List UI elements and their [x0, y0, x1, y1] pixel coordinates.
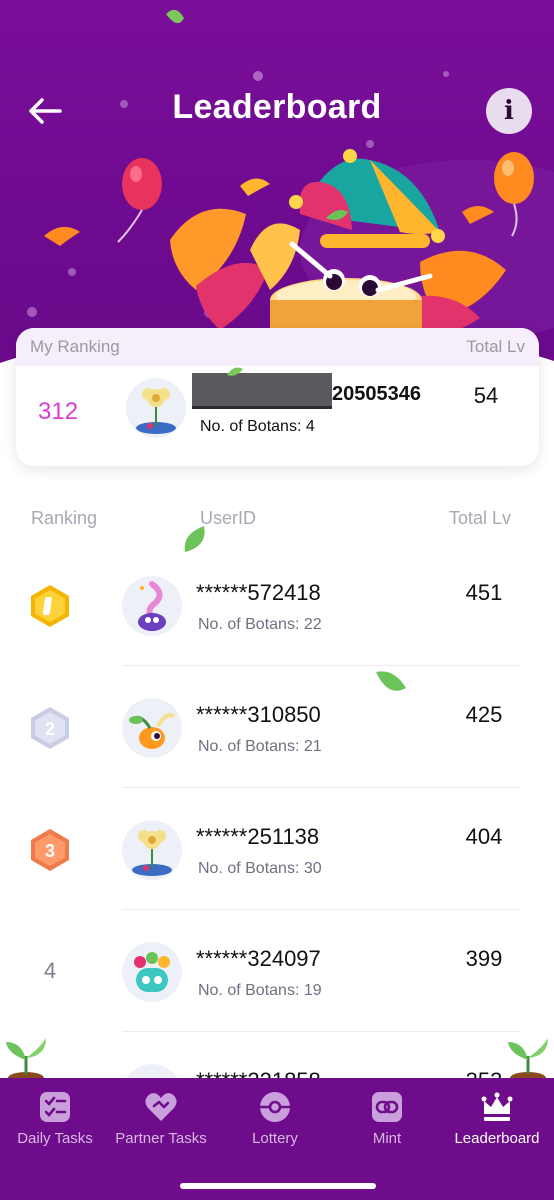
- leaderboard-row[interactable]: 3 ******251138 No. of Botans: 30 404: [0, 788, 554, 910]
- botans-count: No. of Botans: 22: [198, 616, 322, 634]
- total-lv: 425: [465, 702, 503, 727]
- botans-count: No. of Botans: 21: [198, 738, 322, 756]
- user-avatar: [122, 820, 182, 880]
- flower-avatar-icon: [136, 388, 176, 434]
- pink-creature-avatar-icon: [138, 581, 166, 631]
- user-id: ******310850: [196, 702, 321, 727]
- my-botans: No. of Botans: 4: [200, 418, 315, 436]
- my-total-lv: 54: [473, 383, 499, 408]
- column-total-lv: Total Lv: [449, 508, 512, 528]
- my-avatar: [126, 378, 186, 438]
- user-id: ******572418: [196, 580, 321, 605]
- crown-icon: [481, 1092, 513, 1121]
- leaderboard-row[interactable]: ******572418 No. of Botans: 22 451: [0, 544, 554, 666]
- column-ranking: Ranking: [31, 508, 98, 528]
- lottery-ball-icon: [260, 1092, 290, 1122]
- botans-count: No. of Botans: 30: [198, 860, 322, 878]
- heart-handshake-icon: [145, 1093, 177, 1121]
- user-id: ******324097: [196, 946, 321, 971]
- info-button[interactable]: i: [486, 88, 532, 134]
- silver-medal-icon: 2: [31, 707, 69, 749]
- botans-label: No. of Botans:: [198, 982, 300, 999]
- tab-label: Mint: [372, 1130, 402, 1147]
- my-user-id: 20505346: [332, 383, 421, 405]
- botans-label: No. of Botans:: [198, 616, 300, 633]
- leaf-decoration: [184, 526, 205, 552]
- svg-text:2: 2: [45, 719, 55, 739]
- user-avatar: [122, 698, 182, 758]
- user-avatar: [122, 942, 182, 1002]
- botans-label: No. of Botans:: [198, 738, 300, 755]
- svg-text:3: 3: [45, 841, 55, 861]
- orange-sprout-avatar-icon: [129, 713, 175, 749]
- total-lv: 451: [465, 580, 503, 605]
- page-title: Leaderboard: [172, 88, 382, 126]
- my-ranking-card: My Ranking Total Lv 312 20505346 No. of …: [16, 328, 539, 466]
- botans-value: 19: [303, 982, 322, 999]
- column-user-id: UserID: [200, 508, 257, 528]
- tab-leaderboard[interactable]: Leaderboard: [442, 1090, 552, 1154]
- sprout-decoration: [508, 1038, 548, 1080]
- tab-label: Lottery: [252, 1130, 298, 1147]
- flower-avatar-icon: [132, 830, 172, 876]
- my-rank-number: 312: [38, 398, 79, 425]
- tab-mint[interactable]: Mint: [332, 1090, 442, 1154]
- user-avatar: [122, 576, 182, 636]
- user-id: ******251138: [196, 824, 320, 849]
- total-lv: 399: [465, 946, 503, 971]
- redacted-username: [192, 373, 332, 409]
- botans-value: 21: [303, 738, 322, 755]
- leaderboard-row[interactable]: 2 ******310850 No. of Botans: 21 425: [0, 666, 554, 788]
- tab-partner-tasks[interactable]: Partner Tasks: [106, 1090, 216, 1154]
- home-indicator: [180, 1183, 376, 1189]
- leaderboard-row[interactable]: 4 ******324097 No. of Botans: 19 399: [0, 910, 554, 1032]
- bottom-tab-bar: Daily Tasks Partner Tasks Lottery Mint L…: [0, 1078, 554, 1200]
- total-lv: 404: [465, 824, 503, 849]
- leaderboard-column-headers: Ranking UserID Total Lv: [0, 508, 554, 532]
- botans-count: No. of Botans: 19: [198, 982, 322, 1000]
- leaf-decoration: [376, 671, 406, 691]
- botans-value: 22: [303, 616, 322, 633]
- my-botans-count: 4: [305, 418, 315, 435]
- leaf-decoration: [227, 367, 243, 376]
- rank-number: 4: [43, 958, 57, 983]
- my-ranking-title: My Ranking: [30, 337, 120, 356]
- botans-value: 30: [303, 860, 322, 877]
- tab-lottery[interactable]: Lottery: [220, 1090, 330, 1154]
- my-botans-label: No. of Botans:: [200, 418, 302, 435]
- gold-medal-icon: [31, 585, 69, 627]
- my-ranking-total-lv-label: Total Lv: [466, 337, 525, 356]
- my-ranking-header: My Ranking Total Lv: [16, 328, 539, 366]
- tab-label: Partner Tasks: [115, 1130, 207, 1147]
- botans-label: No. of Botans:: [198, 860, 300, 877]
- info-icon: i: [504, 96, 514, 126]
- link-icon: [372, 1092, 402, 1122]
- tab-daily-tasks[interactable]: Daily Tasks: [0, 1090, 110, 1154]
- tab-label: Daily Tasks: [17, 1130, 93, 1147]
- tab-label: Leaderboard: [454, 1130, 540, 1147]
- teal-cactus-avatar-icon: [134, 952, 170, 992]
- checklist-icon: [40, 1092, 70, 1122]
- sprout-decoration: [6, 1038, 46, 1080]
- bronze-medal-icon: 3: [31, 829, 69, 871]
